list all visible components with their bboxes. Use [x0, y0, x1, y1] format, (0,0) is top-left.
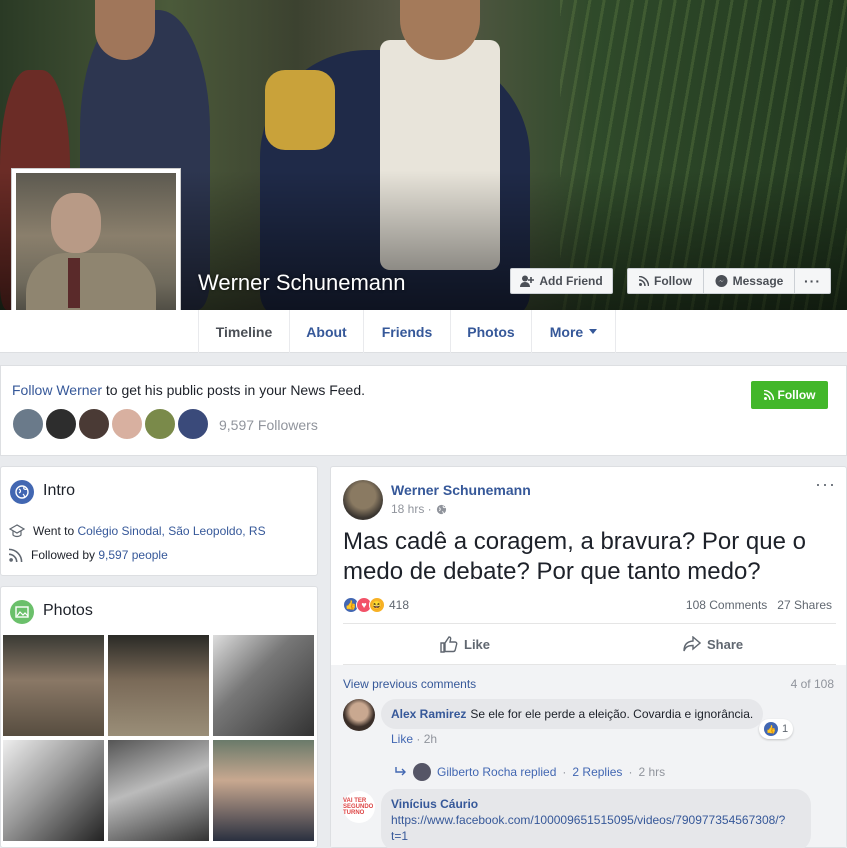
globe-icon — [10, 480, 34, 504]
education-row: Went to Colégio Sinodal, São Leopoldo, R… — [9, 524, 266, 538]
post-card: Werner Schunemann 18 hrs · ··· Mas cadê … — [330, 466, 847, 848]
follow-box: Follow Werner to get his public posts in… — [0, 365, 847, 456]
avatar[interactable] — [111, 408, 143, 440]
reactions-summary[interactable]: 👍 ♥ 😆 418 — [343, 597, 409, 613]
comment-author[interactable]: Alex Ramirez — [391, 707, 466, 721]
comments-section: View previous comments 4 of 108 Alex Ram… — [331, 665, 846, 848]
tab-friends[interactable]: Friends — [364, 310, 451, 353]
follow-prompt: Follow Werner to get his public posts in… — [12, 382, 366, 398]
school-link[interactable]: Colégio Sinodal, São Leopoldo, RS — [77, 524, 265, 538]
thumbs-up-icon — [440, 635, 458, 653]
followers-link[interactable]: 9,597 people — [98, 548, 167, 562]
avatar[interactable] — [45, 408, 77, 440]
graduation-cap-icon — [9, 524, 25, 538]
intro-title: Intro — [43, 482, 76, 499]
profile-name[interactable]: Werner Schunemann — [198, 270, 406, 296]
add-friend-icon — [520, 275, 535, 287]
comments-count[interactable]: 108 Comments — [686, 598, 767, 612]
photo-thumbnail[interactable] — [213, 635, 314, 736]
like-button[interactable]: Like — [440, 624, 490, 664]
photo-thumbnail[interactable] — [108, 740, 209, 841]
photo-thumbnail[interactable] — [3, 740, 104, 841]
photos-title: Photos — [43, 602, 93, 619]
photo-thumbnail[interactable] — [213, 740, 314, 841]
share-arrow-icon — [683, 636, 701, 652]
avatar[interactable] — [144, 408, 176, 440]
add-friend-button[interactable]: Add Friend — [510, 268, 613, 294]
replies-row[interactable]: Gilberto Rocha replied · 2 Replies · 2 h… — [395, 763, 665, 781]
profile-tabs: Timeline About Friends Photos More — [0, 310, 847, 353]
more-options-button[interactable]: ··· — [794, 268, 831, 294]
rss-icon — [9, 548, 23, 562]
caret-down-icon — [589, 329, 598, 334]
post-timestamp[interactable]: 18 hrs · — [391, 502, 447, 516]
like-reaction-icon: 👍 — [764, 722, 778, 736]
avatar[interactable] — [12, 408, 44, 440]
avatar — [413, 763, 431, 781]
tab-more[interactable]: More — [532, 310, 616, 353]
tab-timeline[interactable]: Timeline — [198, 310, 290, 353]
commenter-avatar[interactable] — [343, 699, 375, 731]
commenter-avatar[interactable]: VAI TER SEGUNDO TURNO — [343, 791, 375, 823]
reply-arrow-icon — [395, 767, 406, 776]
tab-about[interactable]: About — [290, 310, 364, 353]
follow-button[interactable]: Follow — [627, 268, 704, 294]
message-button[interactable]: Message — [703, 268, 795, 294]
haha-reaction-icon: 😆 — [369, 597, 385, 613]
rss-icon — [639, 276, 649, 286]
rss-icon — [763, 390, 774, 400]
photos-card: Photos — [0, 586, 318, 848]
shares-count[interactable]: 27 Shares — [777, 598, 832, 612]
engagement-counts: 108 Comments 27 Shares — [686, 598, 832, 612]
post-actions: Like Share — [343, 623, 836, 665]
comment-bubble: Alex Ramirez Se ele for ele perde a eleiç… — [381, 699, 764, 729]
comment-like-link[interactable]: Like — [391, 732, 413, 746]
avatar[interactable] — [78, 408, 110, 440]
messenger-icon — [715, 274, 728, 287]
followers-count[interactable]: 9,597 Followers — [219, 417, 318, 433]
intro-card: Intro Went to Colégio Sinodal, São Leopo… — [0, 466, 318, 576]
tab-photos[interactable]: Photos — [451, 310, 532, 353]
follow-green-button[interactable]: Follow — [751, 381, 828, 409]
share-button[interactable]: Share — [683, 624, 743, 664]
photo-thumbnail[interactable] — [3, 635, 104, 736]
globe-icon — [436, 504, 446, 514]
comment-author[interactable]: Vinícius Cáurio — [391, 796, 801, 812]
follower-avatars — [12, 408, 210, 440]
post-text: Mas cadê a coragem, a bravura? Por que o… — [343, 528, 806, 585]
post-author-avatar[interactable] — [343, 480, 383, 520]
follow-link[interactable]: Follow Werner — [12, 382, 102, 398]
comment-meta: Like · 2h — [391, 732, 438, 746]
photos-icon — [10, 600, 34, 624]
avatar[interactable] — [177, 408, 209, 440]
photo-thumbnail[interactable] — [108, 635, 209, 736]
post-options-button[interactable]: ··· — [815, 475, 836, 493]
post-author-name[interactable]: Werner Schunemann — [391, 482, 531, 498]
view-previous-comments-link[interactable]: View previous comments — [343, 677, 476, 691]
followers-row: Followed by 9,597 people — [9, 548, 168, 562]
comment-like-count[interactable]: 👍 1 — [759, 719, 794, 739]
comment-bubble: Vinícius Cáurio https://www.facebook.com… — [381, 789, 811, 848]
comments-position: 4 of 108 — [790, 677, 834, 691]
comment-link[interactable]: https://www.facebook.com/100009651515095… — [391, 813, 785, 843]
